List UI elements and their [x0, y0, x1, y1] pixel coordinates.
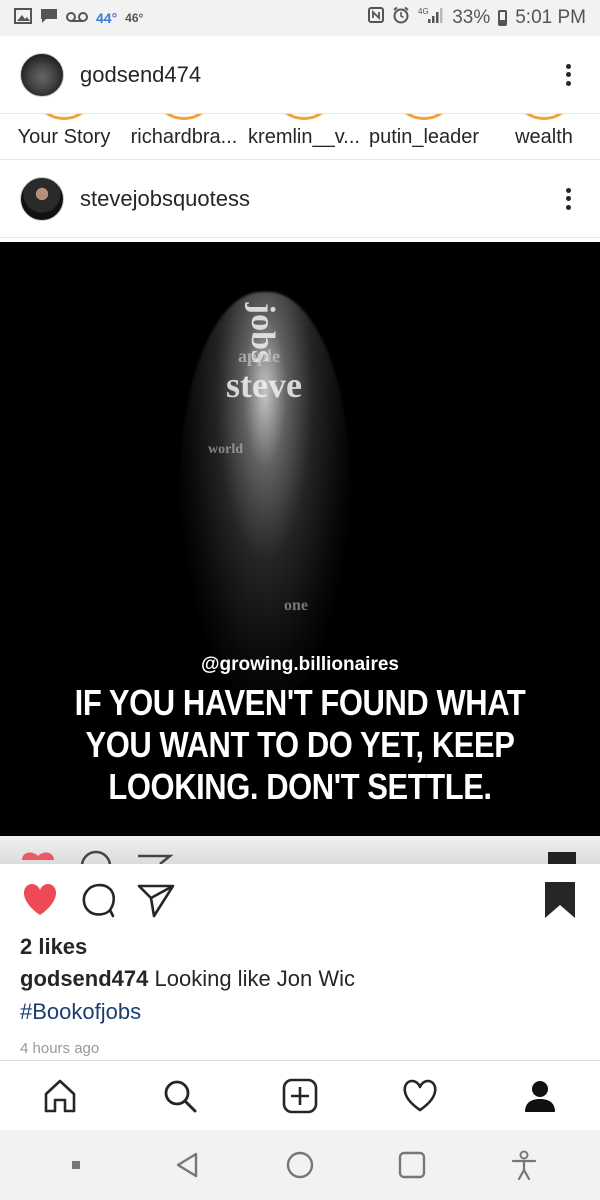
story-ring [152, 114, 216, 120]
story-label: putin_leader [368, 126, 480, 148]
post-author-username[interactable]: stevejobsquotess [80, 186, 250, 212]
story-item[interactable]: richardbra... [128, 114, 240, 148]
temperature-current: 44° [96, 10, 118, 26]
caption-hashtag[interactable]: #Bookofjobs [20, 999, 141, 1025]
overview-square-icon[interactable] [392, 1145, 432, 1185]
clock: 5:01 PM [515, 7, 586, 28]
caption-text: Looking like Jon Wic [154, 966, 356, 991]
story-label: richardbra... [130, 126, 238, 148]
message-icon [40, 8, 58, 29]
back-icon[interactable] [168, 1145, 208, 1185]
face-word: world [208, 442, 243, 457]
account-more-icon[interactable] [556, 60, 580, 90]
post-header: stevejobsquotess [0, 160, 600, 238]
recents-dot-icon[interactable] [56, 1145, 96, 1185]
post-actions [0, 868, 600, 932]
bookmark-icon[interactable] [540, 880, 580, 920]
like-heart-icon[interactable] [20, 880, 60, 920]
post-caption: godsend474 Looking like Jon Wic [20, 966, 355, 992]
story-label: kremlin__v... [248, 126, 360, 148]
add-post-icon[interactable] [278, 1074, 322, 1118]
story-label: Your Story [17, 126, 111, 148]
likes-count[interactable]: 2 likes [20, 934, 87, 960]
story-label: wealth [515, 126, 573, 148]
face-word: one [284, 597, 308, 614]
post-author-avatar[interactable] [20, 176, 64, 221]
story-ring [272, 114, 336, 120]
temperature-secondary: 46° [125, 11, 144, 25]
story-item[interactable]: kremlin__v... [248, 114, 360, 148]
home-circle-icon[interactable] [280, 1145, 320, 1185]
home-icon[interactable] [38, 1074, 82, 1118]
story-ring [392, 114, 456, 120]
alarm-icon [392, 6, 410, 30]
signal-icon: 4G [418, 6, 444, 30]
story-item[interactable]: wealth [506, 114, 582, 148]
search-icon[interactable] [158, 1074, 202, 1118]
image-handle-text: @growing.billionaires [201, 654, 399, 675]
image-icon [14, 7, 32, 29]
story-item[interactable]: Your Story [16, 114, 112, 148]
quote-text: IF YOU HAVEN'T FOUND WHAT YOU WANT TO DO… [42, 682, 558, 808]
post-timestamp: 4 hours ago [20, 1040, 100, 1057]
post-image[interactable]: jobs apple steve world one @growing.bill… [0, 242, 600, 836]
comment-icon[interactable] [78, 880, 118, 920]
face-word: steve [226, 365, 302, 405]
story-item[interactable]: putin_leader [366, 114, 482, 148]
profile-icon[interactable] [518, 1074, 562, 1118]
quote-line: YOU WANT TO DO YET, KEEP [85, 724, 515, 765]
battery-percent: 33% [452, 7, 491, 28]
status-bar: 44° 46° 4G 33% 5:01 PM [0, 0, 600, 36]
android-nav-bar [0, 1130, 600, 1200]
story-ring [512, 114, 576, 120]
stories-row: Your Story richardbra... kremlin__v... p… [0, 114, 600, 160]
quote-line: IF YOU HAVEN'T FOUND WHAT [74, 682, 526, 723]
activity-heart-icon[interactable] [398, 1074, 442, 1118]
caption-username[interactable]: godsend474 [20, 966, 148, 991]
quote-line: LOOKING. DON'T SETTLE. [108, 766, 492, 807]
bottom-nav [0, 1060, 600, 1130]
account-avatar[interactable] [20, 52, 64, 97]
account-bar: godsend474 [0, 36, 600, 114]
ghost-action-strip [0, 836, 600, 864]
post-more-icon[interactable] [556, 184, 580, 214]
accessibility-icon[interactable] [504, 1145, 544, 1185]
network-label: 4G [418, 7, 429, 16]
account-username[interactable]: godsend474 [80, 62, 201, 88]
share-send-icon[interactable] [136, 880, 176, 920]
nfc-icon [368, 7, 385, 29]
voicemail-icon [66, 8, 88, 28]
story-ring [32, 114, 96, 120]
battery-icon [498, 10, 508, 26]
